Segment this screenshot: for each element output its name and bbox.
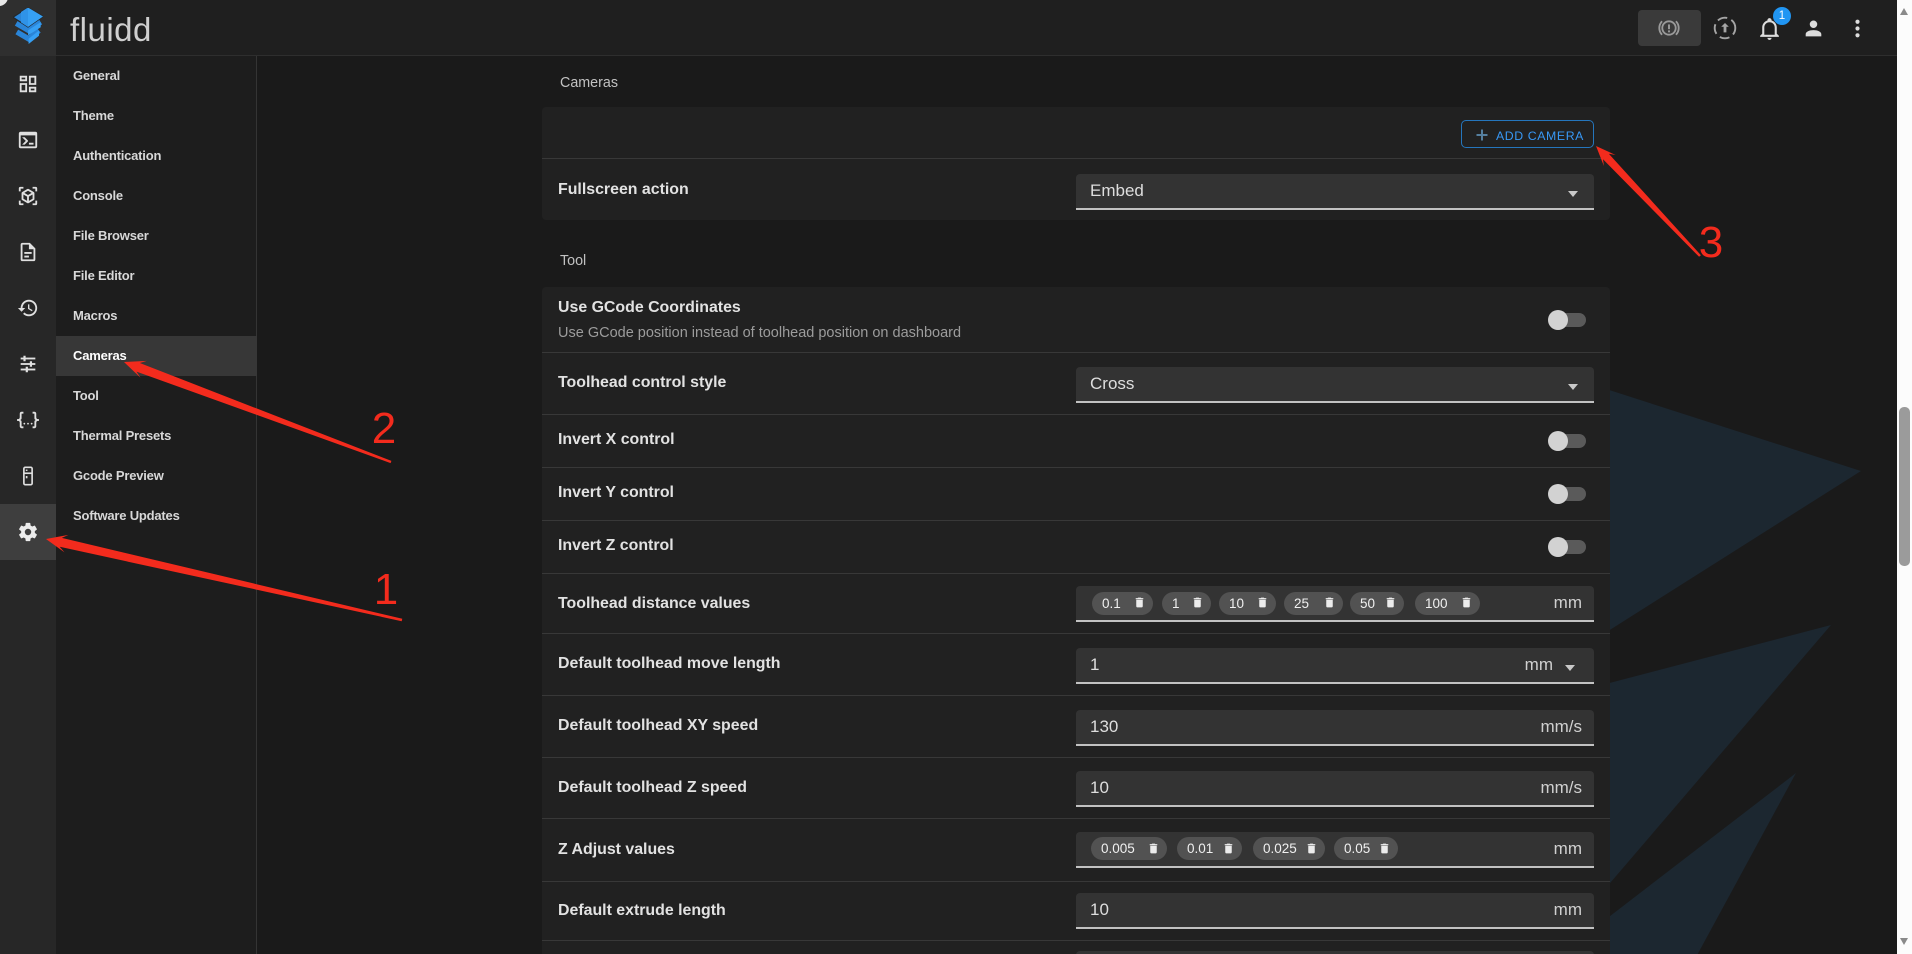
svg-text:3: 3 <box>1699 218 1723 267</box>
svg-text:2: 2 <box>372 404 396 453</box>
svg-text:1: 1 <box>374 565 398 614</box>
